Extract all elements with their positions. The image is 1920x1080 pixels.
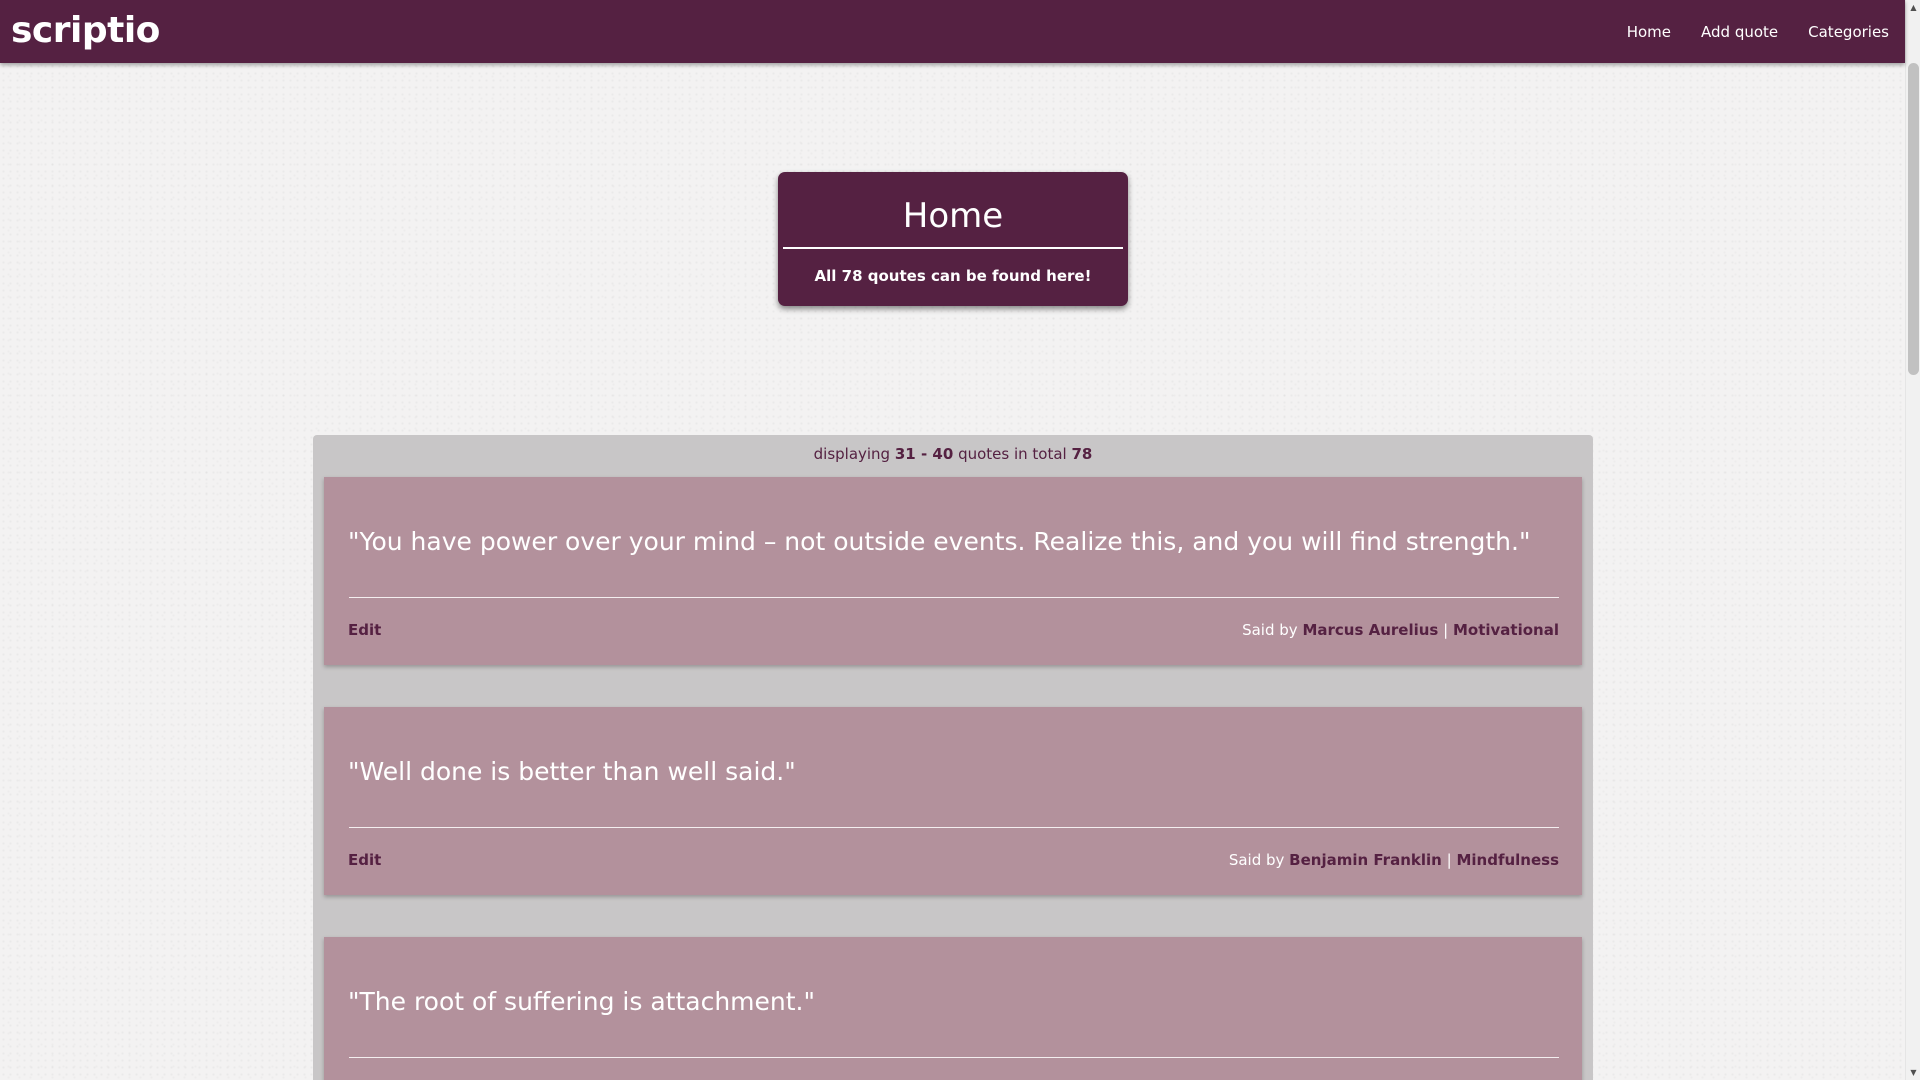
page-title: Home [783, 172, 1123, 249]
nav-home-link[interactable]: Home [1627, 23, 1671, 41]
said-by-label: Said by [1228, 851, 1285, 869]
page-header-card: Home All 78 qoutes can be found here! [778, 172, 1128, 306]
scroll-down-icon[interactable]: ▼ [1906, 1065, 1920, 1080]
quote-card: "The root of suffering is attachment." [324, 937, 1582, 1080]
quote-divider [349, 827, 1559, 828]
edit-quote-link[interactable]: Edit [348, 621, 381, 639]
nav-categories-link[interactable]: Categories [1808, 23, 1889, 41]
category-link[interactable]: Motivational [1453, 621, 1559, 639]
pagination-prefix: displaying [813, 445, 891, 463]
pagination-total: 78 [1071, 445, 1093, 463]
pagination-range: 31 - 40 [894, 445, 954, 463]
quote-divider [349, 597, 1559, 598]
nav-links: Home Add quote Categories [1597, 23, 1889, 41]
page-scrollbar[interactable]: ▲ ▼ [1905, 0, 1920, 1080]
attribution-separator: | [1443, 621, 1449, 639]
scroll-up-icon[interactable]: ▲ [1906, 0, 1920, 15]
category-link[interactable]: Mindfulness [1456, 851, 1559, 869]
page-subtitle: All 78 qoutes can be found here! [814, 267, 1092, 285]
top-navbar: scriptio Home Add quote Categories [0, 0, 1905, 63]
quote-text: "Well done is better than well said." [348, 757, 796, 786]
nav-add-quote-link[interactable]: Add quote [1701, 23, 1778, 41]
quote-text: "You have power over your mind – not out… [348, 527, 1531, 556]
quote-divider [349, 1057, 1559, 1058]
quote-attribution: Said by Benjamin Franklin | Mindfulness [1229, 851, 1559, 869]
attribution-separator: | [1446, 851, 1452, 869]
quote-card: "Well done is better than well said." Ed… [324, 707, 1582, 895]
author-link[interactable]: Marcus Aurelius [1302, 621, 1438, 639]
brand-logo[interactable]: scriptio [11, 10, 160, 51]
quote-attribution: Said by Marcus Aurelius | Motivational [1242, 621, 1559, 639]
quote-card: "You have power over your mind – not out… [324, 477, 1582, 665]
said-by-label: Said by [1242, 621, 1298, 639]
quote-text: "The root of suffering is attachment." [348, 987, 815, 1016]
pagination-middle: quotes in total [958, 445, 1067, 463]
author-link[interactable]: Benjamin Franklin [1289, 851, 1442, 869]
quotes-panel: displaying 31 - 40 quotes in total 78 "Y… [313, 435, 1593, 1080]
pagination-info: displaying 31 - 40 quotes in total 78 [313, 445, 1593, 479]
edit-quote-link[interactable]: Edit [348, 851, 381, 869]
scrollbar-thumb[interactable] [1908, 63, 1919, 375]
